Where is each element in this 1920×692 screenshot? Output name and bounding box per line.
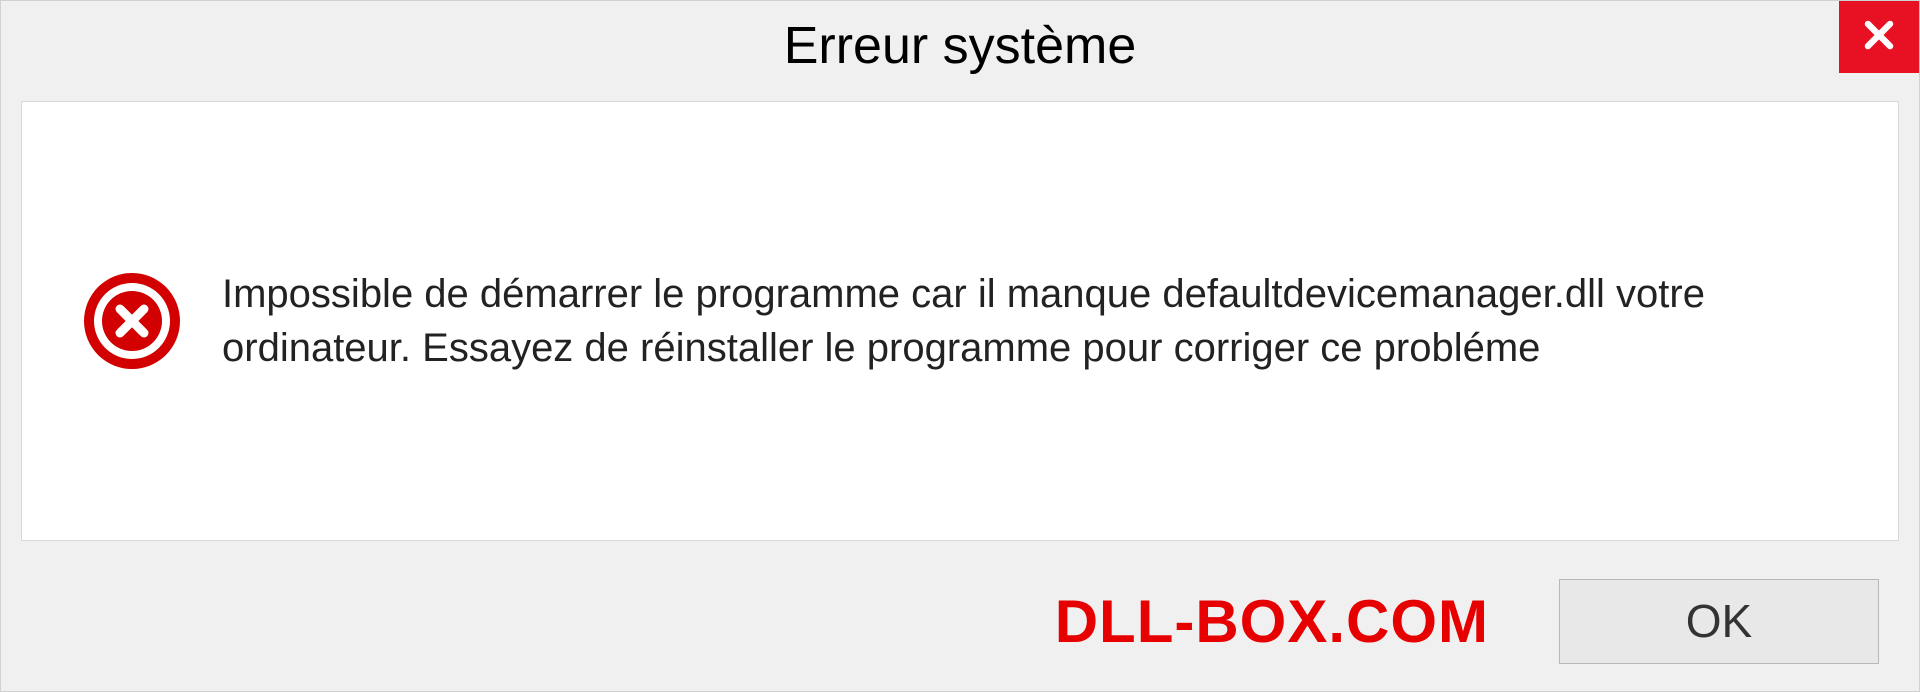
watermark-text: DLL-BOX.COM bbox=[1055, 587, 1489, 656]
close-icon bbox=[1860, 16, 1898, 59]
dialog-title: Erreur système bbox=[784, 16, 1137, 76]
ok-button-label: OK bbox=[1686, 594, 1752, 648]
error-icon bbox=[82, 271, 182, 371]
titlebar: Erreur système bbox=[1, 1, 1919, 91]
dialog-footer: DLL-BOX.COM OK bbox=[1, 551, 1919, 691]
close-button[interactable] bbox=[1839, 1, 1919, 73]
content-panel: Impossible de démarrer le programme car … bbox=[21, 101, 1899, 541]
error-message: Impossible de démarrer le programme car … bbox=[222, 267, 1838, 375]
error-dialog: Erreur système Impossible de démarrer le… bbox=[0, 0, 1920, 692]
ok-button[interactable]: OK bbox=[1559, 579, 1879, 664]
